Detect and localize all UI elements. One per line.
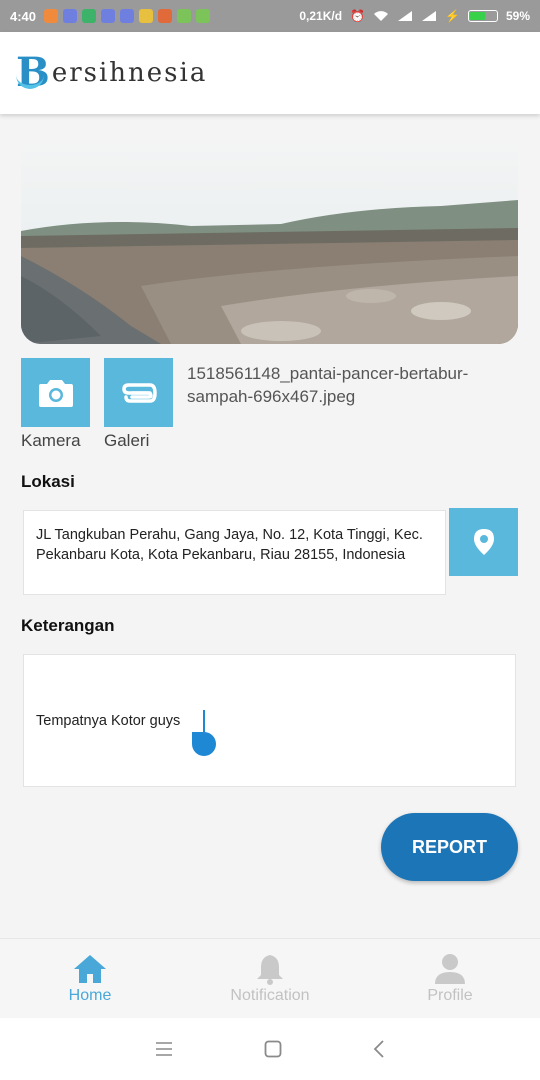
location-pin-icon <box>473 529 494 555</box>
android-icon <box>196 9 211 23</box>
location-title: Lokasi <box>21 472 75 491</box>
battery-percent: 59% <box>505 9 530 23</box>
nav-notification[interactable]: Notification <box>180 939 360 1018</box>
logo-text: ersihnesia <box>51 58 208 88</box>
app-bar: B ersihnesia <box>0 32 540 114</box>
alarm-icon: ⏰ <box>350 9 366 23</box>
status-right: 0,21K/d ⏰ ⚡ 59% <box>299 9 530 23</box>
signal-icon <box>422 11 437 21</box>
discord-icon <box>63 9 78 23</box>
charging-icon: ⚡ <box>445 9 460 23</box>
report-button[interactable]: REPORT <box>381 813 518 881</box>
paperclip-icon <box>121 382 157 403</box>
app-notification-icon <box>158 9 173 23</box>
logo-initial: B <box>16 49 50 96</box>
selected-photo <box>21 136 518 344</box>
description-field[interactable]: Tempatnya Kotor guys <box>23 654 516 787</box>
discord-icon <box>101 9 116 23</box>
menu-icon[interactable] <box>155 1042 173 1056</box>
bottom-navigation: Home Notification Profile <box>0 938 540 1018</box>
chrome-icon <box>139 9 154 23</box>
nav-profile-label: Profile <box>427 986 473 1004</box>
nav-home[interactable]: Home <box>0 939 180 1018</box>
battery-icon <box>467 10 498 22</box>
discord-icon <box>120 9 135 23</box>
system-navigation-bar <box>0 1018 540 1080</box>
signal-icon <box>398 11 413 21</box>
address-field[interactable]: JL Tangkuban Perahu, Gang Jaya, No. 12, … <box>23 510 446 595</box>
bell-icon <box>257 954 283 985</box>
nav-profile[interactable]: Profile <box>360 939 540 1018</box>
description-title: Keterangan <box>21 616 115 635</box>
android-icon <box>177 9 192 23</box>
status-time: 4:40 <box>10 8 37 24</box>
selected-file-name: 1518561148_pantai-pancer-bertabur-sampah… <box>187 364 469 406</box>
description-value: Tempatnya Kotor guys <box>36 713 181 729</box>
notification-icons <box>44 9 211 23</box>
home-icon <box>74 954 106 983</box>
text-cursor-handle[interactable] <box>192 732 216 756</box>
play-store-icon <box>82 9 97 23</box>
gallery-label: Galeri <box>104 431 150 450</box>
camera-button[interactable] <box>21 358 90 427</box>
app-notification-icon <box>44 9 59 23</box>
person-icon <box>435 953 465 984</box>
app-logo: B ersihnesia <box>16 53 207 93</box>
get-location-button[interactable] <box>449 508 518 576</box>
gallery-button[interactable] <box>104 358 173 427</box>
nav-notification-label: Notification <box>230 986 310 1004</box>
text-cursor <box>203 710 205 732</box>
battery-fill <box>469 12 486 20</box>
camera-icon <box>38 379 73 407</box>
network-speed: 0,21K/d <box>299 9 343 23</box>
back-icon[interactable] <box>373 1040 385 1058</box>
wifi-icon <box>374 11 389 21</box>
status-bar: 4:40 0,21K/d ⏰ ⚡ 59% <box>0 0 540 32</box>
nav-home-label: Home <box>68 986 112 1004</box>
camera-label: Kamera <box>21 431 81 450</box>
home-square-icon[interactable] <box>264 1040 282 1058</box>
